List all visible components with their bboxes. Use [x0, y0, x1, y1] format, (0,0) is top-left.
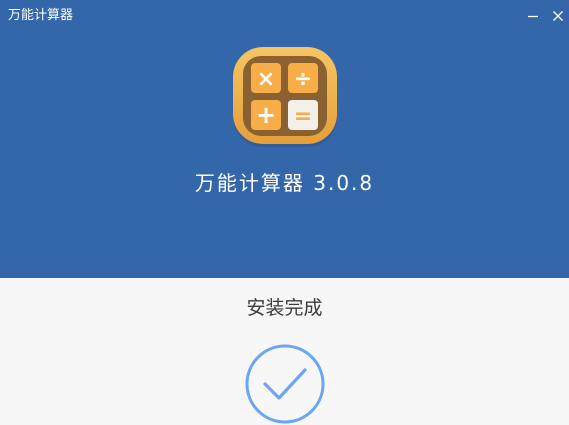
installer-header: 万能计算器 × ÷ + = 万能计算器 3.0.8: [0, 0, 569, 278]
installer-window: 万能计算器 × ÷ + = 万能计算器 3.0.8 安装完成: [0, 0, 569, 425]
app-name-version: 万能计算器 3.0.8: [194, 171, 375, 195]
logo-plus-symbol: +: [256, 101, 276, 129]
title-bar[interactable]: 万能计算器: [0, 0, 569, 32]
logo-equals-symbol: =: [294, 104, 312, 129]
install-result-panel: 安装完成: [0, 278, 569, 425]
logo-times-symbol: ×: [257, 67, 275, 92]
minimize-icon: [528, 15, 538, 18]
calculator-app-icon: × ÷ + =: [230, 45, 340, 150]
logo-divide-symbol: ÷: [294, 67, 312, 92]
checkmark-circle-icon: [243, 342, 327, 425]
close-button[interactable]: [548, 6, 568, 26]
minimize-button[interactable]: [523, 6, 543, 26]
install-status-text: 安装完成: [246, 297, 323, 319]
close-icon: [553, 11, 563, 21]
window-title: 万能计算器: [8, 8, 74, 23]
